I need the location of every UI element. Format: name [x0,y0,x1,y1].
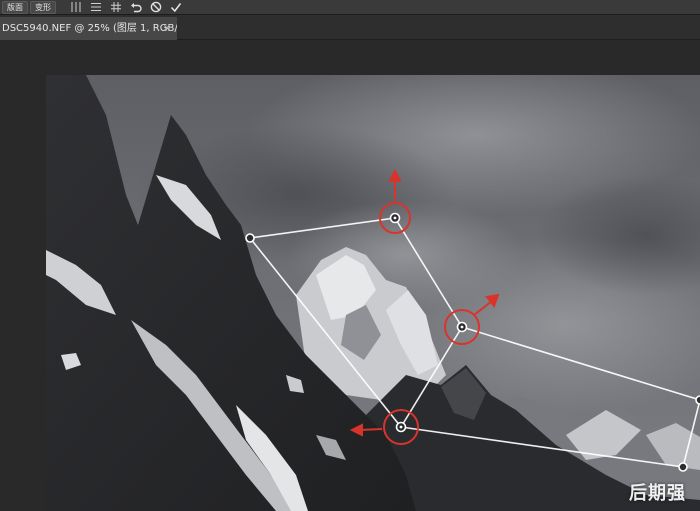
horizontal-guides-icon[interactable] [86,0,106,15]
guide-line[interactable] [400,426,684,468]
commit-icon[interactable] [166,0,186,15]
guide-line[interactable] [682,399,700,468]
photo-canvas[interactable] [46,75,700,511]
vertical-guides-icon[interactable] [66,0,86,15]
document-tab[interactable]: DSC5940.NEF @ 25% (图层 1, RGB/16*) * × [0,17,177,40]
photoshop-window: 版面 变形 DSC5940.NEF @ 25% (图层 1, RGB/16*) … [0,0,700,511]
guide-line[interactable] [394,217,463,328]
options-bar: 版面 变形 [0,0,700,15]
grid-icon[interactable] [106,0,126,15]
canvas-area[interactable]: 后期强 [0,40,700,511]
guide-line[interactable] [249,237,402,428]
warp-overlay[interactable] [46,75,700,511]
cancel-icon[interactable] [146,0,166,15]
watermark-text: 后期强 [629,483,686,504]
warp-handle-right[interactable] [695,395,700,405]
layout-button[interactable]: 版面 [2,0,28,14]
undo-icon[interactable] [126,0,146,15]
guide-line[interactable] [461,326,700,401]
warp-handle-bottom-right[interactable] [678,462,688,472]
document-tab-title: DSC5940.NEF @ 25% (图层 1, RGB/16*) * [2,23,177,34]
warp-handle-top-left[interactable] [245,233,255,243]
transform-button[interactable]: 变形 [30,0,56,14]
guide-line[interactable] [249,217,396,239]
arrow-up-icon [388,168,402,201]
arrow-up-right-icon [473,293,500,316]
arrow-left-icon [349,423,383,437]
document-tab-strip: DSC5940.NEF @ 25% (图层 1, RGB/16*) * × [0,15,700,40]
close-tab-icon[interactable]: × [163,17,171,40]
